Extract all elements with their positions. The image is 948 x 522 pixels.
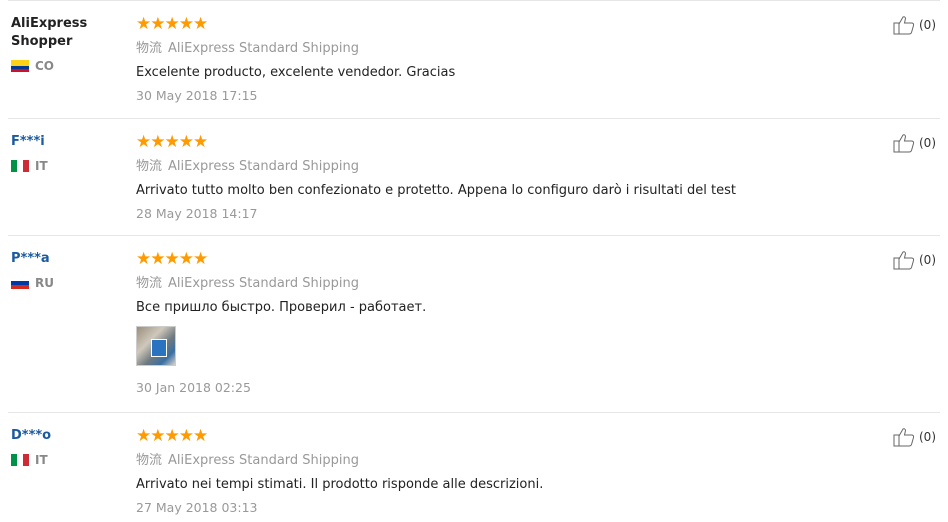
review-item: AliExpress Shopper CO ★ ★ ★ ★ ★ 物流 AliExpress… bbox=[8, 0, 940, 118]
star-icon: ★ bbox=[150, 14, 165, 34]
helpful-button[interactable]: (0) bbox=[893, 15, 936, 35]
star-icon: ★ bbox=[193, 14, 208, 34]
reviewer-country: RU bbox=[11, 276, 121, 290]
star-rating: ★ ★ ★ ★ ★ bbox=[136, 15, 836, 33]
star-icon: ★ bbox=[164, 426, 180, 446]
reviewer-country: IT bbox=[11, 453, 121, 467]
country-code: IT bbox=[35, 453, 48, 467]
country-code: IT bbox=[35, 159, 48, 173]
logistics-label: 物流 bbox=[136, 453, 163, 468]
reviewer-country: CO bbox=[11, 59, 121, 73]
star-icon: ★ bbox=[178, 249, 194, 269]
helpful-button[interactable]: (0) bbox=[893, 250, 936, 270]
star-icon: ★ bbox=[178, 426, 194, 446]
star-icon: ★ bbox=[164, 132, 180, 152]
helpful-count: (0) bbox=[919, 18, 936, 32]
logistics-method: AliExpress Standard Shipping bbox=[168, 41, 360, 56]
star-icon: ★ bbox=[136, 426, 151, 446]
review-list: AliExpress Shopper CO ★ ★ ★ ★ ★ 物流 AliExpress… bbox=[0, 0, 948, 522]
country-code: CO bbox=[35, 59, 55, 73]
logistics-method: AliExpress Standard Shipping bbox=[168, 453, 360, 468]
thumbs-up-icon bbox=[893, 16, 915, 35]
star-icon: ★ bbox=[164, 14, 180, 34]
review-text: Все пришло быстро. Проверил - работает. bbox=[136, 300, 427, 315]
star-icon: ★ bbox=[150, 249, 165, 269]
reviewer-info: P***a RU bbox=[11, 250, 121, 290]
reviewer-info: F***i IT bbox=[11, 133, 121, 173]
review-text: Arrivato tutto molto ben confezionato e … bbox=[136, 183, 736, 198]
star-icon: ★ bbox=[164, 249, 180, 269]
review-item: D***o IT ★ ★ ★ ★ ★ 物流 AliExpress Standard Shi… bbox=[8, 412, 940, 522]
star-rating: ★ ★ ★ ★ ★ bbox=[136, 133, 836, 151]
star-icon: ★ bbox=[136, 132, 151, 152]
thumbs-up-icon bbox=[893, 251, 915, 270]
star-icon: ★ bbox=[150, 132, 165, 152]
star-icon: ★ bbox=[136, 14, 151, 34]
star-icon: ★ bbox=[193, 426, 208, 446]
logistics-label: 物流 bbox=[136, 276, 163, 291]
photo-device bbox=[151, 339, 167, 357]
star-icon: ★ bbox=[193, 132, 208, 152]
reviewer-name[interactable]: F***i bbox=[11, 133, 121, 151]
review-photo-thumbnail[interactable] bbox=[136, 326, 176, 366]
logistics-info: 物流 AliExpress Standard Shipping bbox=[136, 37, 836, 56]
reviewer-info: AliExpress Shopper CO bbox=[11, 15, 121, 73]
flag-it-icon bbox=[11, 454, 29, 466]
star-rating: ★ ★ ★ ★ ★ bbox=[136, 250, 836, 268]
review-date: 28 May 2018 14:17 bbox=[136, 206, 258, 221]
star-icon: ★ bbox=[136, 249, 151, 269]
helpful-count: (0) bbox=[919, 136, 936, 150]
flag-it-icon bbox=[11, 160, 29, 172]
review-date: 27 May 2018 03:13 bbox=[136, 500, 258, 515]
review-item: P***a RU ★ ★ ★ ★ ★ 物流 AliExpress Standard Shi… bbox=[8, 235, 940, 412]
review-content: ★ ★ ★ ★ ★ 物流 AliExpress Standard Shipping Arr… bbox=[136, 427, 836, 515]
reviewer-info: D***o IT bbox=[11, 427, 121, 467]
star-icon: ★ bbox=[178, 132, 194, 152]
helpful-button[interactable]: (0) bbox=[893, 133, 936, 153]
thumbs-up-icon bbox=[893, 134, 915, 153]
star-rating: ★ ★ ★ ★ ★ bbox=[136, 427, 836, 445]
thumbs-up-icon bbox=[893, 428, 915, 447]
review-date: 30 Jan 2018 02:25 bbox=[136, 380, 251, 395]
review-text: Arrivato nei tempi stimati. Il prodotto … bbox=[136, 477, 544, 492]
country-code: RU bbox=[35, 276, 54, 290]
logistics-label: 物流 bbox=[136, 41, 163, 56]
review-content: ★ ★ ★ ★ ★ 物流 AliExpress Standard Shipping Exc… bbox=[136, 15, 836, 103]
review-content: ★ ★ ★ ★ ★ 物流 AliExpress Standard Shipping Все… bbox=[136, 250, 836, 395]
review-content: ★ ★ ★ ★ ★ 物流 AliExpress Standard Shipping Arr… bbox=[136, 133, 836, 221]
review-text: Excelente producto, excelente vendedor. … bbox=[136, 65, 456, 80]
reviewer-name[interactable]: P***a bbox=[11, 250, 121, 268]
logistics-label: 物流 bbox=[136, 159, 163, 174]
reviewer-country: IT bbox=[11, 159, 121, 173]
helpful-count: (0) bbox=[919, 430, 936, 444]
review-item: F***i IT ★ ★ ★ ★ ★ 物流 AliExpress Standard Shi… bbox=[8, 118, 940, 235]
reviewer-name[interactable]: D***o bbox=[11, 427, 121, 445]
star-icon: ★ bbox=[150, 426, 165, 446]
logistics-info: 物流 AliExpress Standard Shipping bbox=[136, 272, 836, 291]
review-date: 30 May 2018 17:15 bbox=[136, 88, 258, 103]
logistics-method: AliExpress Standard Shipping bbox=[168, 276, 360, 291]
flag-ru-icon bbox=[11, 277, 29, 289]
helpful-count: (0) bbox=[919, 253, 936, 267]
reviewer-name: AliExpress Shopper bbox=[11, 16, 88, 49]
star-icon: ★ bbox=[178, 14, 194, 34]
star-icon: ★ bbox=[193, 249, 208, 269]
flag-co-icon bbox=[11, 60, 29, 72]
logistics-info: 物流 AliExpress Standard Shipping bbox=[136, 155, 836, 174]
logistics-info: 物流 AliExpress Standard Shipping bbox=[136, 449, 836, 468]
logistics-method: AliExpress Standard Shipping bbox=[168, 159, 360, 174]
helpful-button[interactable]: (0) bbox=[893, 427, 936, 447]
